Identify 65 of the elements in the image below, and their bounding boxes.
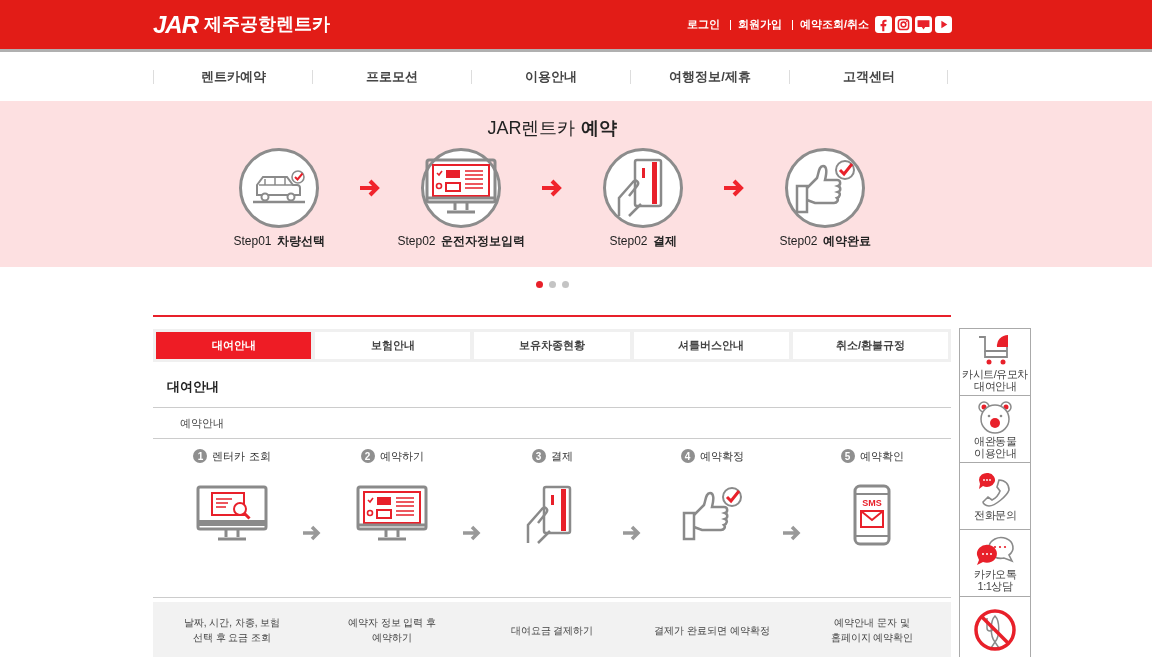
step-description: 날짜, 시간, 차종, 보험 선택 후 요금 조회 xyxy=(183,617,281,643)
arrow-icon xyxy=(622,525,642,541)
arrow-icon xyxy=(462,525,482,541)
step-title: 예약하기 xyxy=(379,448,424,464)
nav-item[interactable]: 이용안내 xyxy=(471,69,630,84)
logo-mark[interactable]: JAR xyxy=(153,6,198,43)
step-title: 렌터카 조회 xyxy=(212,448,271,464)
step-description: 대여요금 결제하기 xyxy=(510,624,594,636)
step-number: Step02 xyxy=(779,233,818,250)
tab[interactable]: 셔틀버스안내 xyxy=(633,332,789,359)
no-fish-icon xyxy=(973,608,1017,652)
chat-bubbles-icon xyxy=(975,534,1015,567)
quick-menu-label: 카카오톡 1:1상담 xyxy=(974,567,1016,592)
step-number-badge: 1 xyxy=(193,449,208,463)
step-number: Step02 xyxy=(397,233,436,250)
step-label: 차량선택 xyxy=(276,233,325,250)
step-title: 예약확인 xyxy=(859,448,904,464)
step-number: Step02 xyxy=(609,233,648,250)
quick-menu-label: 전화문의 xyxy=(974,508,1016,521)
header-link[interactable]: 예약조회/취소 xyxy=(799,16,869,33)
facebook-icon[interactable] xyxy=(875,16,892,33)
arrow-icon xyxy=(541,179,563,197)
step-description: 결제가 완료되면 예약확정 xyxy=(654,624,770,636)
tab[interactable]: 보험안내 xyxy=(315,332,471,359)
step-number-badge: 2 xyxy=(360,449,375,463)
quick-menu-label: 애완동물 이용안내 xyxy=(974,434,1016,459)
arrow-icon xyxy=(782,525,802,541)
arrow-icon xyxy=(723,179,745,197)
step-label: 운전자정보입력 xyxy=(440,233,525,250)
step-label: 결제 xyxy=(652,233,677,250)
quick-menu-item[interactable]: 카카오톡 1:1상담 xyxy=(960,530,1030,597)
nav-item[interactable]: 고객센터 xyxy=(789,69,948,84)
step-title: 결제 xyxy=(550,448,573,464)
quick-menu-item[interactable]: 카시트/유모차 대여안내 xyxy=(960,329,1030,396)
step-number-badge: 5 xyxy=(840,449,855,463)
tab[interactable]: 보유차종현황 xyxy=(474,332,630,359)
phone-sms-icon: SMS xyxy=(852,484,892,546)
step-number-badge: 3 xyxy=(531,449,546,463)
header-link[interactable]: 회원가입 xyxy=(737,16,782,33)
nav-item[interactable]: 렌트카예약 xyxy=(153,69,312,84)
quick-menu-label: 카시트/유모차 대여안내 xyxy=(962,367,1028,392)
nav-item[interactable]: 여행정보/제휴 xyxy=(630,69,789,84)
banner-title: JAR렌트카 예약 xyxy=(487,117,617,139)
nav-item[interactable]: 프로모션 xyxy=(312,69,471,84)
play-icon[interactable] xyxy=(935,16,952,33)
bear-icon xyxy=(977,399,1013,434)
tab[interactable]: 취소/환불규정 xyxy=(792,332,948,359)
instagram-icon[interactable] xyxy=(895,16,912,33)
step-number: Step01 xyxy=(233,233,272,250)
step-description: 예약안내 문자 및 홈페이지 예약확인 xyxy=(830,617,914,643)
phone-chat-icon xyxy=(977,471,1013,508)
sub-title: 예약안내 xyxy=(153,407,951,439)
arrow-icon xyxy=(302,525,322,541)
section-title: 대여안내 xyxy=(153,362,951,408)
quick-menu-item[interactable]: 전화문의 xyxy=(960,463,1030,530)
step-number-badge: 4 xyxy=(680,449,695,463)
step-title: 예약확정 xyxy=(699,448,744,464)
quick-menu-item[interactable]: 애완동물 이용안내 xyxy=(960,396,1030,463)
header-link[interactable]: 로그인 xyxy=(686,16,720,33)
step-label: 예약완료 xyxy=(822,233,871,250)
logo-text[interactable]: 제주공항렌트카 xyxy=(204,11,330,38)
arrow-icon xyxy=(359,179,381,197)
tab[interactable]: 대여안내 xyxy=(156,332,312,359)
speech-bubble-icon[interactable] xyxy=(915,16,932,33)
step-description: 예약자 정보 입력 후 예약하기 xyxy=(347,617,437,643)
